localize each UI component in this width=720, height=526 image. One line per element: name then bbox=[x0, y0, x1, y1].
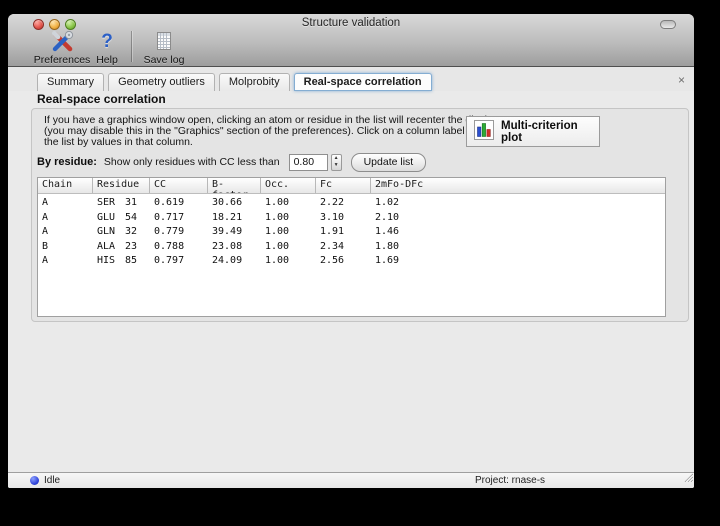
table-row[interactable]: A GLU 54 0.717 18.21 1.00 3.10 2.10 bbox=[38, 211, 665, 226]
tab-bar: Summary Geometry outliers Molprobity Rea… bbox=[8, 67, 694, 91]
help-label: Help bbox=[96, 54, 118, 66]
bar-chart-icon bbox=[474, 120, 494, 143]
cc-threshold-input[interactable] bbox=[288, 153, 328, 171]
tab-real-space-correlation[interactable]: Real-space correlation bbox=[293, 73, 432, 91]
update-list-button[interactable]: Update list bbox=[350, 152, 427, 172]
instruction-text: If you have a graphics window open, clic… bbox=[44, 115, 510, 147]
save-log-label: Save log bbox=[143, 54, 185, 66]
cell-2mfo-dfc: 1.80 bbox=[375, 240, 400, 252]
preferences-tools-icon bbox=[49, 30, 75, 53]
column-header-fc[interactable]: Fc bbox=[316, 178, 371, 193]
cell-fc: 2.34 bbox=[320, 240, 345, 252]
cell-residue: ALA 23 bbox=[97, 240, 137, 252]
cell-residue: SER 31 bbox=[97, 197, 137, 208]
cell-occ: 1.00 bbox=[265, 211, 290, 223]
tab-close-icon[interactable]: × bbox=[678, 74, 685, 86]
cell-cc: 0.788 bbox=[154, 240, 185, 252]
column-header-2mfo-dfc[interactable]: 2mFo-DFc bbox=[371, 178, 665, 193]
cc-filter-description: Show only residues with CC less than bbox=[103, 156, 280, 168]
cell-occ: 1.00 bbox=[265, 226, 290, 237]
page-title: Real-space correlation bbox=[37, 92, 166, 106]
column-header-cc[interactable]: CC bbox=[150, 178, 208, 193]
filter-row: By residue: Show only residues with CC l… bbox=[37, 152, 427, 172]
preferences-button[interactable]: Preferences bbox=[34, 30, 90, 66]
table-body: A SER 31 0.619 30.66 1.00 2.22 1.02 A GLU 54 0.717 1… bbox=[38, 194, 665, 269]
table-row[interactable]: A SER 31 0.619 30.66 1.00 2.22 1.02 bbox=[38, 196, 665, 211]
cell-chain: A bbox=[42, 197, 49, 208]
stepper-up-icon[interactable]: ▲ bbox=[332, 155, 341, 163]
help-question-icon: ? bbox=[101, 30, 113, 52]
cell-2mfo-dfc: 2.10 bbox=[375, 211, 400, 223]
column-header-residue[interactable]: Residue bbox=[93, 178, 150, 193]
cell-cc: 0.779 bbox=[154, 226, 185, 237]
table-row[interactable]: B ALA 23 0.788 23.08 1.00 2.34 1.80 bbox=[38, 240, 665, 255]
tab-molprobity[interactable]: Molprobity bbox=[218, 73, 290, 91]
window-chrome: Structure validation Preferences ? Help … bbox=[8, 14, 694, 67]
project-label: Project: rnase-s bbox=[475, 475, 546, 486]
stepper-down-icon[interactable]: ▼ bbox=[332, 162, 341, 170]
multi-criterion-plot-button[interactable]: Multi-criterion plot bbox=[466, 116, 600, 147]
save-log-button[interactable]: Save log bbox=[142, 30, 186, 66]
tab-summary[interactable]: Summary bbox=[37, 73, 105, 91]
cell-fc: 2.22 bbox=[320, 197, 345, 208]
cell-chain: A bbox=[42, 255, 49, 266]
cell-occ: 1.00 bbox=[265, 240, 290, 252]
toolbar-separator bbox=[131, 31, 132, 62]
help-button[interactable]: ? Help bbox=[92, 30, 122, 66]
cell-2mfo-dfc: 1.69 bbox=[375, 255, 400, 266]
cell-2mfo-dfc: 1.02 bbox=[375, 197, 400, 208]
preferences-label: Preferences bbox=[33, 54, 91, 66]
cell-cc: 0.797 bbox=[154, 255, 185, 266]
cell-chain: A bbox=[42, 211, 49, 223]
cell-chain: A bbox=[42, 226, 49, 237]
column-header-occ[interactable]: Occ. bbox=[261, 178, 316, 193]
table-row[interactable]: A HIS 85 0.797 24.09 1.00 2.56 1.69 bbox=[38, 254, 665, 269]
status-text: Idle bbox=[44, 475, 61, 486]
cell-2mfo-dfc: 1.46 bbox=[375, 226, 400, 237]
real-space-correlation-panel: If you have a graphics window open, clic… bbox=[31, 108, 689, 322]
screen: { "window": { "title": "Structure valida… bbox=[0, 0, 720, 526]
cell-b-factor: 23.08 bbox=[212, 240, 243, 252]
cell-residue: HIS 85 bbox=[97, 255, 137, 266]
cell-b-factor: 30.66 bbox=[212, 197, 243, 208]
cell-fc: 3.10 bbox=[320, 211, 345, 223]
cc-threshold-stepper: ▲ ▼ bbox=[330, 153, 342, 171]
multi-criterion-plot-label: Multi-criterion plot bbox=[501, 119, 578, 144]
instruction-line-3: the list by values in that column. bbox=[44, 135, 193, 148]
column-header-b-factor[interactable]: B-factor bbox=[208, 178, 261, 193]
tab-geometry-outliers[interactable]: Geometry outliers bbox=[108, 73, 215, 91]
cell-b-factor: 24.09 bbox=[212, 255, 243, 266]
update-list-label: Update list bbox=[363, 156, 414, 168]
cell-occ: 1.00 bbox=[265, 255, 290, 266]
toolbar: Preferences ? Help Save log bbox=[34, 30, 186, 66]
cell-residue: GLU 54 bbox=[97, 211, 137, 223]
residue-table: Chain Residue CC B-factor Occ. Fc 2mFo-D… bbox=[37, 177, 666, 317]
toolbar-toggle-button[interactable] bbox=[660, 20, 676, 29]
structure-validation-window: Structure validation Preferences ? Help … bbox=[8, 14, 694, 488]
cell-fc: 1.91 bbox=[320, 226, 345, 237]
cell-occ: 1.00 bbox=[265, 197, 290, 208]
cell-cc: 0.619 bbox=[154, 197, 185, 208]
cell-cc: 0.717 bbox=[154, 211, 185, 223]
status-indicator-icon bbox=[30, 476, 39, 485]
column-header-chain[interactable]: Chain bbox=[38, 178, 93, 193]
cell-fc: 2.56 bbox=[320, 255, 345, 266]
table-row[interactable]: A GLN 32 0.779 39.49 1.00 1.91 1.46 bbox=[38, 225, 665, 240]
cell-chain: B bbox=[42, 240, 49, 252]
cell-b-factor: 39.49 bbox=[212, 226, 243, 237]
resize-grip[interactable] bbox=[682, 469, 694, 487]
window-title: Structure validation bbox=[301, 17, 401, 29]
status-bar: Idle Project: rnase-s bbox=[8, 472, 694, 488]
instruction-line-2: (you may disable this in the "Graphics" … bbox=[44, 124, 510, 137]
table-header-row: Chain Residue CC B-factor Occ. Fc 2mFo-D… bbox=[38, 178, 665, 194]
cell-b-factor: 18.21 bbox=[212, 211, 243, 223]
save-log-grid-icon bbox=[154, 30, 174, 53]
by-residue-label: By residue: bbox=[37, 156, 97, 168]
cell-residue: GLN 32 bbox=[97, 226, 137, 237]
